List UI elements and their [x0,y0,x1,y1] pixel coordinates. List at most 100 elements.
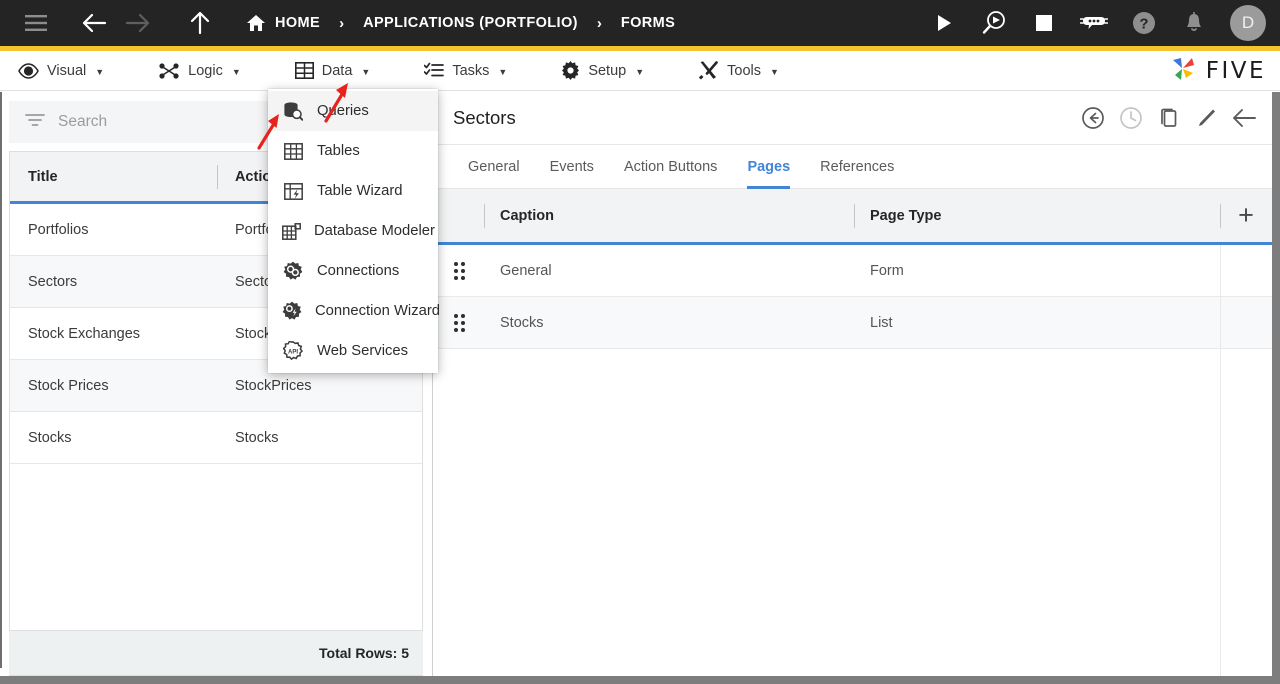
menu-label: Data [321,62,353,79]
hamburger-icon[interactable] [14,0,58,46]
chevron-down-icon: ▼ [231,66,241,77]
history-clock-icon[interactable] [1118,105,1144,131]
arrow-up-icon[interactable] [178,0,222,46]
breadcrumb-label: APPLICATIONS (PORTFOLIO) [363,15,578,31]
pages-table-body: General Form Stocks List [434,245,1272,676]
menu-item-label: Connections [317,263,400,279]
table-grid-icon [282,142,304,160]
breadcrumb-label: HOME [275,15,321,31]
menu-setup[interactable]: Setup ▼ [550,51,655,91]
form-detail-panel: Sectors General Events Action Buttons Pa… [434,92,1272,676]
chatbot-icon[interactable] [1072,0,1116,46]
menu-item-connection-wizard[interactable]: Connection Wizard [268,291,440,331]
database-search-icon [282,101,304,121]
column-header-title[interactable]: Title [10,151,217,203]
tab-pages[interactable]: Pages [732,159,805,189]
breadcrumb-item-home[interactable]: HOME [244,0,322,46]
cell-page-type: Form [870,262,904,279]
breadcrumb-separator: › [339,14,345,32]
back-arrow-icon[interactable] [1232,105,1258,131]
tab-events[interactable]: Events [535,159,609,188]
menu-item-connections[interactable]: Connections [268,251,438,291]
run-icon[interactable] [922,0,966,46]
detail-tabs: General Events Action Buttons Pages Refe… [434,145,1272,189]
horizontal-scrollbar[interactable] [0,676,1280,684]
table-row[interactable]: Stocks Stocks [10,412,422,464]
stop-icon[interactable] [1022,0,1066,46]
chevron-down-icon: ▼ [498,66,508,77]
tab-references[interactable]: References [805,159,909,188]
detail-header: Sectors [434,92,1272,145]
breadcrumb-separator: › [596,14,602,32]
eye-icon [18,62,39,79]
breadcrumb-item-forms[interactable]: FORMS [619,0,677,46]
cell-title: Portfolios [28,221,89,238]
tab-general[interactable]: General [453,159,535,188]
drag-handle-icon[interactable] [434,261,484,280]
data-menu-dropdown: Queries Tables Table Wizard Database Mod… [268,89,440,373]
brand-logo: FIVE [1168,51,1266,91]
column-header-handle [434,188,484,244]
menu-item-web-services[interactable]: API Web Services [268,331,438,371]
menu-label: Tools [727,62,761,79]
arrow-right-icon[interactable] [116,0,160,46]
breadcrumb-item-applications[interactable]: APPLICATIONS (PORTFOLIO) [361,0,580,46]
cell-title: Sectors [28,273,78,290]
cell-action: StockPrices [234,377,312,394]
menu-tasks[interactable]: Tasks ▼ [413,51,518,91]
cell-page-type: List [870,314,893,331]
pages-table-header: Caption Page Type + [434,189,1272,245]
edit-pencil-icon[interactable] [1194,105,1220,131]
chevron-down-icon: ▼ [635,66,645,77]
avatar[interactable]: D [1230,5,1266,41]
table-grid-icon [294,62,314,79]
column-header-caption[interactable]: Caption [484,188,854,244]
topbar-actions: ? D [922,0,1280,46]
table-row[interactable]: Stocks List [434,297,1272,349]
menu-item-database-modeler[interactable]: Database Modeler [268,211,438,251]
tools-icon [698,61,719,80]
column-header-page-type[interactable]: Page Type [854,188,1220,244]
help-icon[interactable]: ? [1122,0,1166,46]
revert-icon[interactable] [1080,105,1106,131]
left-window-edge [0,92,2,668]
menu-logic[interactable]: Logic ▼ [147,51,252,91]
menu-item-label: Queries [317,103,369,119]
add-page-button[interactable]: + [1220,188,1272,244]
detail-header-actions [1080,105,1258,131]
menu-item-tables[interactable]: Tables [268,131,438,171]
drag-handle-icon[interactable] [434,313,484,332]
svg-text:API: API [288,349,298,355]
menu-data[interactable]: Data ▼ [284,51,382,91]
pages-table: Caption Page Type + General Form Stocks … [434,189,1272,676]
table-row[interactable]: General Form [434,245,1272,297]
chevron-down-icon: ▼ [361,66,371,77]
filter-icon [25,113,45,132]
svg-text:?: ? [1139,16,1148,33]
vertical-scrollbar[interactable] [1272,92,1280,676]
menu-item-queries[interactable]: Queries [268,91,438,131]
chevron-down-icon: ▼ [770,66,779,77]
debug-search-icon[interactable] [972,0,1016,46]
database-modeler-icon [282,222,301,240]
cell-caption: General [500,262,552,279]
menu-label: Visual [47,62,87,79]
copy-icon[interactable] [1156,105,1182,131]
notifications-bell-icon[interactable] [1172,0,1216,46]
plus-icon: + [1238,200,1254,230]
cell-title: Stock Exchanges [28,325,141,342]
five-pinwheel-icon [1168,55,1198,88]
arrow-left-icon[interactable] [72,0,116,46]
brand-text: FIVE [1205,58,1266,84]
menu-label: Setup [588,62,627,79]
menu-tools[interactable]: Tools ▼ [687,51,790,91]
connections-icon [282,261,304,281]
cell-title: Stock Prices [28,377,109,394]
gear-icon [561,61,580,80]
scrollbar-thumb[interactable] [1272,92,1280,676]
home-icon [246,14,266,32]
tab-action-buttons[interactable]: Action Buttons [609,159,733,188]
app-root: HOME › APPLICATIONS (PORTFOLIO) › FORMS [0,0,1280,684]
menu-visual[interactable]: Visual ▼ [7,51,115,91]
menu-item-table-wizard[interactable]: Table Wizard [268,171,438,211]
